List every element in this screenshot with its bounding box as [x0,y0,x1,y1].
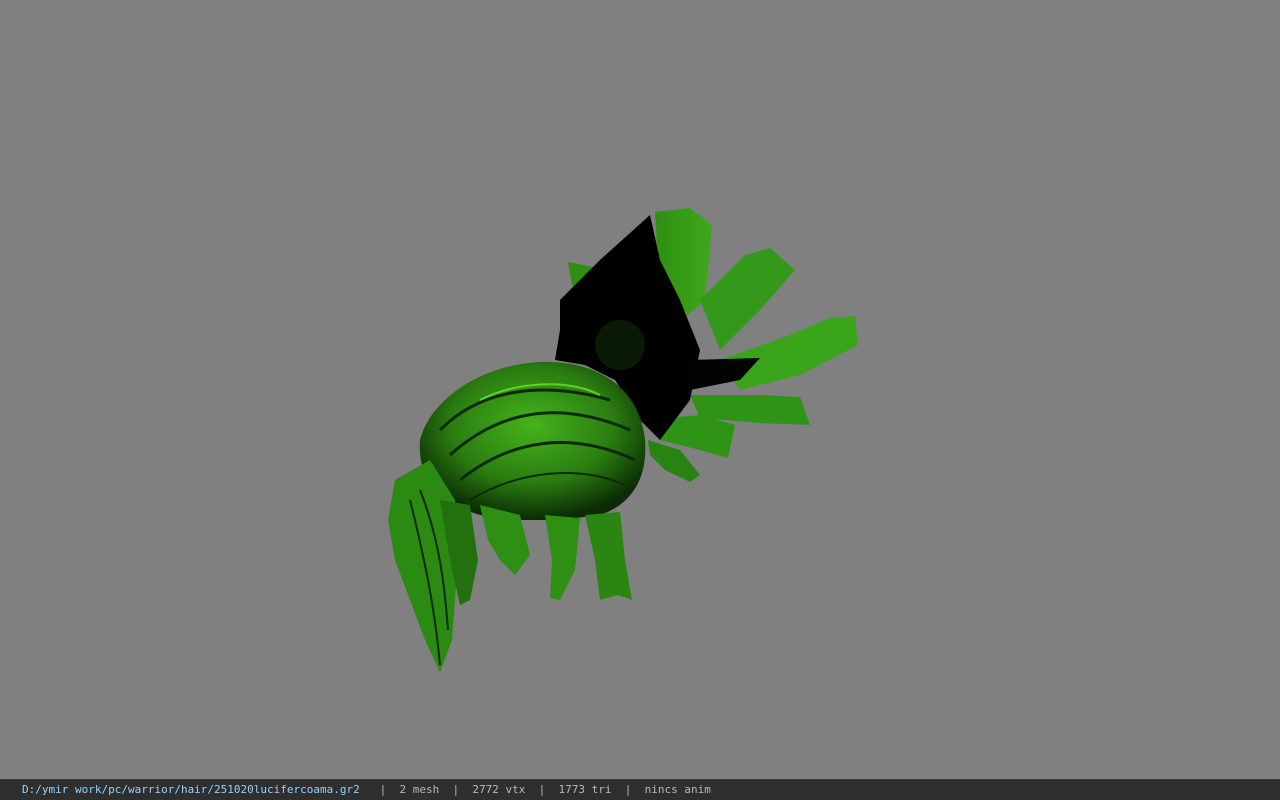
mesh-count-label: 2 mesh [399,783,440,796]
bang-strand [585,512,632,600]
separator: | [538,783,546,796]
triangle-count-label: 1773 tri [558,783,612,796]
separator: | [624,783,632,796]
vertex-count-label: 2772 vtx [472,783,526,796]
file-path-label: D:/ymir work/pc/warrior/hair/251020lucif… [22,783,360,796]
spike-strand [700,248,795,350]
bang-strand [545,515,580,600]
hair-model-render [388,208,858,672]
separator: | [452,783,460,796]
anim-status-label: nincs anim [644,783,711,796]
separator: | [379,783,387,796]
bang-strand [388,460,458,672]
status-bar: D:/ymir work/pc/warrior/hair/251020lucif… [0,779,1280,800]
hair-cap [419,361,646,520]
shadow-region [595,320,645,370]
3d-viewport[interactable] [0,0,1280,779]
